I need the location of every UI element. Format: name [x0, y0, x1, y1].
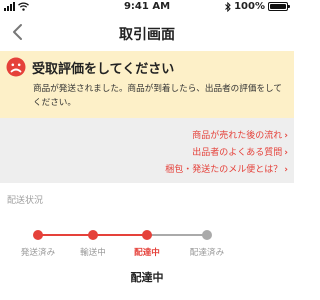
nav-bar: 取引画面: [0, 16, 294, 50]
current-shipping-status: 配達中: [130, 271, 164, 284]
chevron-right-icon: ›: [284, 131, 288, 141]
progress-track-pending: [147, 234, 207, 236]
help-link-after-sale-flow[interactable]: 商品が売れた後の流れ ›: [192, 128, 288, 141]
progress-dot-out-for-delivery: [142, 230, 152, 240]
review-notice-banner: 受取評価をしてください 商品が発送されました。商品が到着したら、出品者の評価をし…: [0, 51, 294, 118]
sad-face-icon: [6, 57, 26, 77]
progress-step-label-delivered: 配達済み: [189, 248, 225, 258]
notice-title: 受取評価をしてください: [32, 62, 175, 77]
status-right: 100%: [225, 1, 290, 12]
help-link-label: 出品者のよくある質問: [192, 148, 283, 158]
battery-fill: [270, 4, 286, 9]
page-title: 取引画面: [119, 27, 175, 43]
chevron-right-icon: ›: [284, 165, 288, 175]
chevron-right-icon: ›: [284, 148, 288, 158]
help-links-area: 商品が売れた後の流れ › 出品者のよくある質問 › 梱包・発送たのメル便とは？ ›: [0, 118, 294, 183]
help-link-label: 商品が売れた後の流れ: [192, 131, 283, 141]
bluetooth-icon: [225, 1, 231, 12]
help-link-label: 梱包・発送たのメル便とは？: [165, 165, 283, 175]
status-bar: 9:41 AM 100%: [0, 0, 294, 14]
progress-dot-delivered: [202, 230, 212, 240]
shipping-progress: 発送済み 輸送中 配達中 配達済み: [0, 226, 294, 266]
battery-percent: 100%: [234, 1, 265, 12]
progress-dot-in-transit: [88, 230, 98, 240]
progress-dot-shipped: [33, 230, 43, 240]
notice-body: 商品が発送されました。商品が到着したら、出品者の評価をしてください。: [33, 84, 282, 108]
shipping-section-label: 配送状況: [7, 196, 44, 206]
battery-icon: [268, 2, 290, 11]
help-link-seller-faq[interactable]: 出品者のよくある質問 ›: [192, 145, 288, 158]
help-link-mel-delivery[interactable]: 梱包・発送たのメル便とは？ ›: [165, 162, 288, 175]
